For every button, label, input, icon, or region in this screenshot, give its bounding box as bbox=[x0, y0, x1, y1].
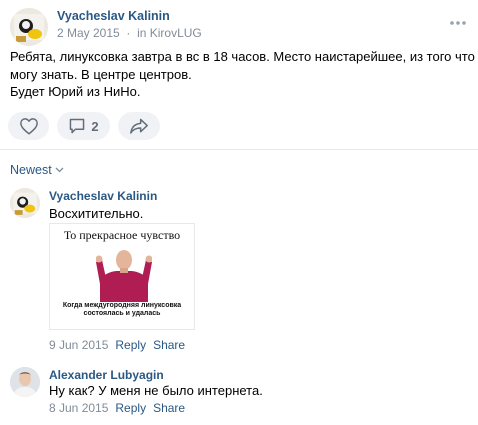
post-author-name[interactable]: Vyacheslav Kalinin bbox=[57, 9, 170, 23]
comment-image[interactable]: То прекрасное чувство Когда междугородня… bbox=[49, 223, 195, 330]
share-button[interactable] bbox=[118, 112, 160, 140]
meme-person-figure bbox=[96, 250, 152, 302]
reply-link[interactable]: Reply bbox=[115, 401, 146, 415]
comment-meta: 9 Jun 2015 Reply Share bbox=[49, 338, 185, 352]
comment-author-avatar[interactable] bbox=[10, 367, 40, 397]
post-date[interactable]: 2 May 2015 bbox=[57, 26, 120, 40]
comment-count: 2 bbox=[91, 118, 99, 134]
more-options-icon[interactable] bbox=[448, 16, 468, 30]
like-button[interactable] bbox=[8, 112, 49, 140]
comment-icon bbox=[70, 118, 85, 134]
comment-date[interactable]: 8 Jun 2015 bbox=[49, 401, 108, 415]
community-link[interactable]: KirovLUG bbox=[150, 26, 202, 40]
reply-link[interactable]: Reply bbox=[115, 338, 146, 352]
heart-icon bbox=[19, 118, 38, 135]
comments-button[interactable]: 2 bbox=[57, 112, 110, 140]
meme-caption: Когда междугородняя линуксовка состоялас… bbox=[50, 302, 194, 318]
chevron-down-icon bbox=[55, 167, 64, 173]
share-link[interactable]: Share bbox=[153, 338, 185, 352]
sort-label: Newest bbox=[10, 163, 52, 177]
share-icon bbox=[130, 118, 148, 134]
comment-text: Восхитительно. bbox=[49, 206, 144, 221]
post-text-line: Будет Юрий из НиНо. bbox=[10, 84, 141, 99]
comment-author-avatar[interactable] bbox=[10, 188, 40, 218]
meme-caption-line: Когда междугородняя линуксовка bbox=[62, 302, 182, 309]
divider bbox=[0, 149, 478, 150]
post-text: Ребята, линуксовка завтра в вс в 18 часо… bbox=[10, 48, 478, 101]
comment-text: Ну как? У меня не было интернета. bbox=[49, 383, 263, 398]
share-link[interactable]: Share bbox=[153, 401, 185, 415]
comments-sort-dropdown[interactable]: Newest bbox=[10, 163, 64, 177]
comment-author-name[interactable]: Vyacheslav Kalinin bbox=[49, 189, 157, 203]
post-author-avatar[interactable] bbox=[10, 8, 48, 46]
post-text-line: Ребята, линуксовка завтра в вс в 18 часо… bbox=[10, 49, 478, 64]
meta-separator: · bbox=[126, 26, 131, 40]
meme-caption-line: состоялась и удалась bbox=[83, 310, 161, 317]
comment-date[interactable]: 9 Jun 2015 bbox=[49, 338, 108, 352]
comment-author-name[interactable]: Alexander Lubyagin bbox=[49, 368, 164, 382]
in-label: in bbox=[137, 26, 147, 40]
meme-title: То прекрасное чувство bbox=[63, 228, 181, 242]
comment-meta: 8 Jun 2015 Reply Share bbox=[49, 401, 185, 415]
post-text-line: могу знать. В центре центров. bbox=[10, 66, 192, 82]
post-meta: 2 May 2015 · in KirovLUG bbox=[57, 26, 202, 40]
